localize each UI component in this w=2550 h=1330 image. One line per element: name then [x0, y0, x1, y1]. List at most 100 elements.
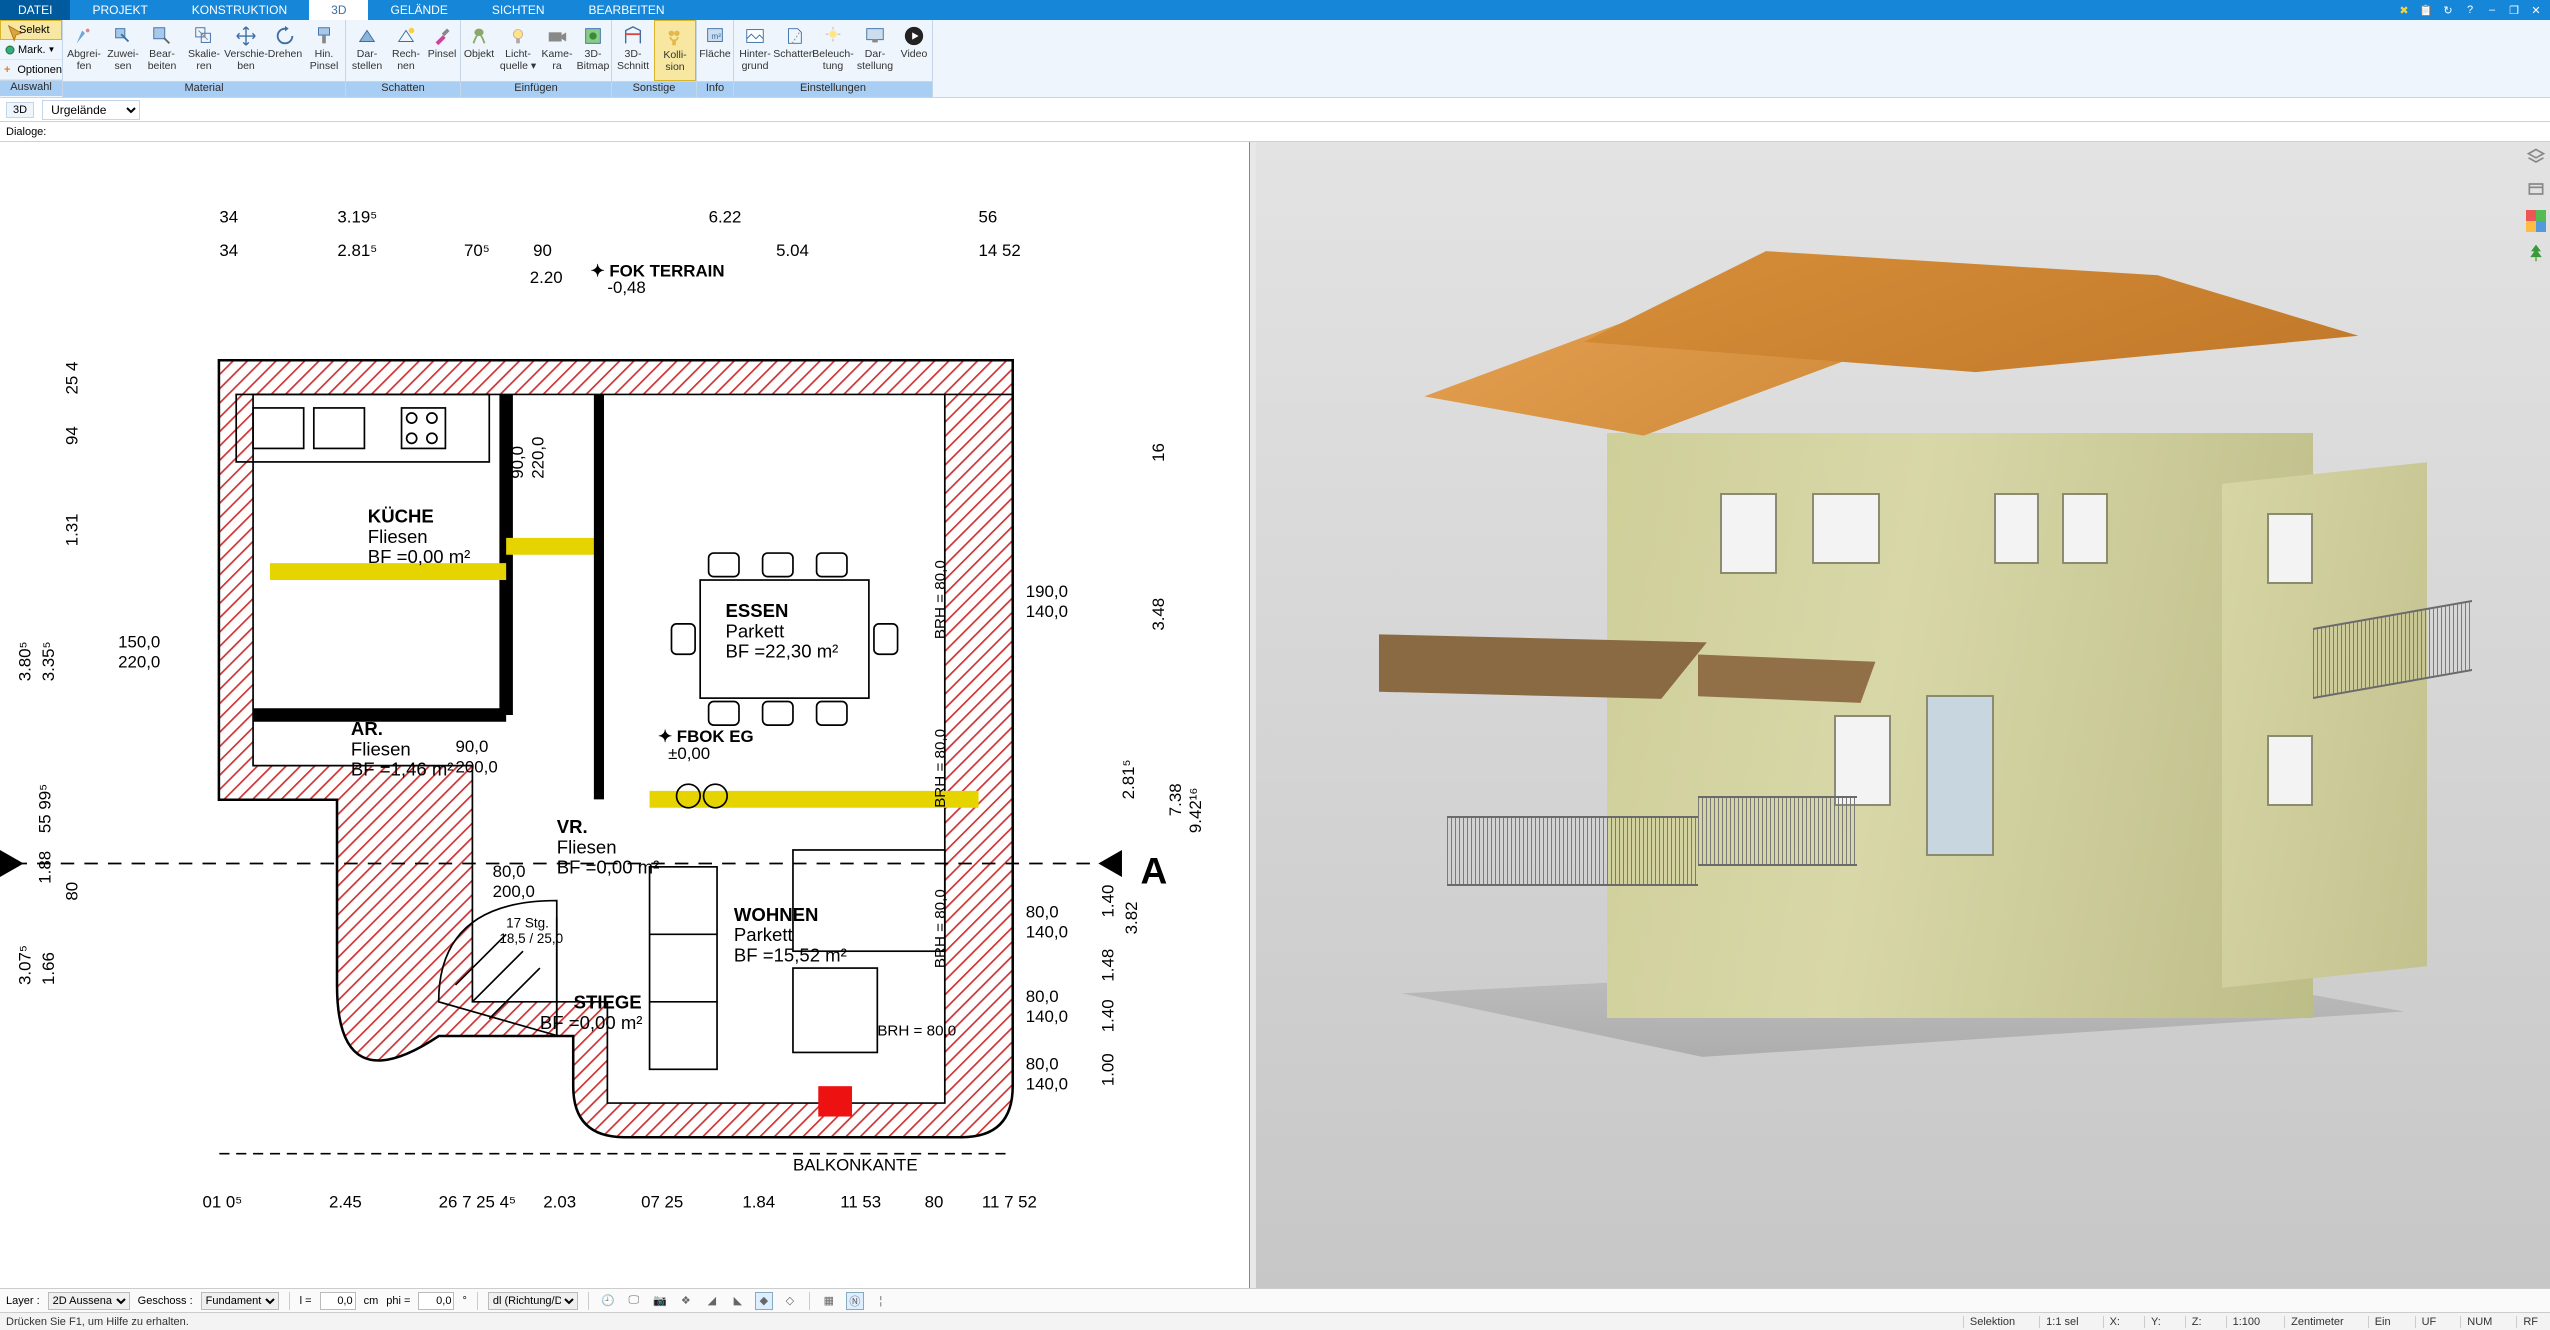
refresh-icon[interactable]: ↻: [2440, 2, 2456, 18]
menu-konstruktion[interactable]: KONSTRUKTION: [170, 0, 309, 20]
ribbon-darstellung-button[interactable]: Dar-stellung: [854, 20, 896, 81]
ribbon-schatten2-button[interactable]: Schatten: [776, 20, 812, 81]
ribbon-darstellen-button[interactable]: Dar-stellen: [346, 20, 388, 81]
ribbon-kollision-button[interactable]: Kolli-sion: [654, 20, 696, 81]
cursor-icon: [5, 24, 17, 36]
ribbon-beleuchtung-button[interactable]: Beleuch-tung: [812, 20, 854, 81]
geschoss-label: Geschoss :: [138, 1295, 193, 1307]
ribbon-lichtquelle-button[interactable]: Licht-quelle ▾: [497, 20, 539, 81]
drehen-icon: [273, 24, 297, 48]
camera-icon[interactable]: 📷: [651, 1292, 669, 1310]
ribbon-abgreifen-button[interactable]: Abgrei-fen: [63, 20, 105, 81]
help-icon[interactable]: ?: [2462, 2, 2478, 18]
ribbon-3dbitmap-button[interactable]: 3D-Bitmap: [575, 20, 611, 81]
svg-text:140,0: 140,0: [1026, 1007, 1068, 1026]
ribbon-bearbeiten-button[interactable]: Bear-beiten: [141, 20, 183, 81]
svg-text:1.00: 1.00: [1099, 1053, 1118, 1086]
status-y: Y:: [2144, 1316, 2167, 1328]
ribbon-pinsel-button[interactable]: Pinsel: [424, 20, 460, 81]
svg-text:1.66: 1.66: [39, 952, 58, 985]
layer-select[interactable]: 2D Aussena: [48, 1292, 130, 1310]
help-hint: Drücken Sie F1, um Hilfe zu erhalten.: [6, 1316, 189, 1328]
svg-text:STIEGE: STIEGE: [574, 992, 642, 1013]
geschoss-select[interactable]: Fundament: [201, 1292, 279, 1310]
svg-text:11 53: 11 53: [840, 1193, 881, 1212]
grid-icon[interactable]: ▦: [820, 1292, 838, 1310]
svg-text:5.04: 5.04: [776, 241, 809, 260]
snap1-icon[interactable]: ◢: [703, 1292, 721, 1310]
ribbon-zuweisen-button[interactable]: Zuwei-sen: [105, 20, 141, 81]
ribbon-video-button[interactable]: Video: [896, 20, 932, 81]
layers-icon[interactable]: [2525, 146, 2547, 168]
svg-text:17 Stg.: 17 Stg.: [506, 916, 549, 931]
svg-text:AR.: AR.: [351, 718, 383, 739]
ribbon-video-label: Video: [901, 49, 928, 61]
palette-icon[interactable]: [2525, 210, 2547, 232]
status-rf: RF: [2516, 1316, 2544, 1328]
menu-3d[interactable]: 3D: [309, 0, 368, 20]
snap2-icon[interactable]: ◣: [729, 1292, 747, 1310]
render-3d-view[interactable]: [1256, 142, 2550, 1288]
menu-bearbeiten[interactable]: BEARBEITEN: [567, 0, 687, 20]
window-restore-icon[interactable]: ❐: [2506, 2, 2522, 18]
length-input[interactable]: [320, 1292, 356, 1310]
svg-text:80: 80: [925, 1193, 944, 1212]
menubar: DATEI PROJEKT KONSTRUKTION 3D GELÄNDE SI…: [0, 0, 2550, 20]
snap4-icon[interactable]: ◇: [781, 1292, 799, 1310]
terrain-dropdown[interactable]: Urgelände: [42, 100, 140, 120]
ribbon-skalieren-button[interactable]: Skalie-ren: [183, 20, 225, 81]
ribbon-hinpinsel-label: Hin.Pinsel: [310, 49, 339, 72]
menu-sichten[interactable]: SICHTEN: [470, 0, 567, 20]
window-close-icon[interactable]: ✕: [2528, 2, 2544, 18]
ribbon-kamera-button[interactable]: Kame-ra: [539, 20, 575, 81]
pinsel-icon: [430, 24, 454, 48]
svg-text:2.81⁵: 2.81⁵: [1119, 760, 1138, 800]
ribbon-pinsel-label: Pinsel: [428, 49, 457, 61]
hintergrund-icon: [743, 24, 767, 48]
menu-projekt[interactable]: PROJEKT: [70, 0, 169, 20]
mark-button[interactable]: Mark.▼: [0, 40, 62, 60]
snap3-icon[interactable]: ◆: [755, 1292, 773, 1310]
select-button[interactable]: Selekt: [0, 20, 62, 40]
furniture-icon[interactable]: [2525, 178, 2547, 200]
menu-gelaende[interactable]: GELÄNDE: [368, 0, 469, 20]
schatten2-icon: [782, 24, 806, 48]
phi-input[interactable]: [418, 1292, 454, 1310]
plan-2d-view[interactable]: 343.19⁵6.2256 342.81⁵70⁵905.0414 52 2.20…: [0, 142, 1250, 1288]
ribbon-flaeche-button[interactable]: m²Fläche: [697, 20, 733, 81]
view-tag-3d[interactable]: 3D: [6, 102, 34, 118]
ribbon-objekt-button[interactable]: Objekt: [461, 20, 497, 81]
options-label: Optionen: [17, 64, 62, 76]
svg-text:1.84: 1.84: [742, 1193, 775, 1212]
window-minimize-icon[interactable]: –: [2484, 2, 2500, 18]
layers2-icon[interactable]: ❖: [677, 1292, 695, 1310]
ribbon-rechnen-button[interactable]: Rech-nen: [388, 20, 424, 81]
clipboard-icon[interactable]: 📋: [2418, 2, 2434, 18]
tool-icon[interactable]: ✖: [2396, 2, 2412, 18]
svg-text:BF =0,00 m²: BF =0,00 m²: [557, 857, 660, 878]
ribbon-3dschnitt-button[interactable]: 3D-Schnitt: [612, 20, 654, 81]
group-info-label: Info: [697, 81, 733, 97]
ribbon-hinpinsel-button[interactable]: Hin.Pinsel: [303, 20, 345, 81]
monitor-icon[interactable]: 🖵: [625, 1292, 643, 1310]
status-unit: Zentimeter: [2284, 1316, 2350, 1328]
svg-text:80,0: 80,0: [1026, 987, 1059, 1006]
ribbon-kollision-label: Kolli-sion: [663, 50, 686, 73]
svg-text:BF =1,46 m²: BF =1,46 m²: [351, 759, 454, 780]
ribbon-hintergrund-button[interactable]: Hinter-grund: [734, 20, 776, 81]
3dschnitt-icon: [621, 24, 645, 48]
clock-icon[interactable]: 🕘: [599, 1292, 617, 1310]
direction-select[interactable]: dl (Richtung/Di: [488, 1292, 578, 1310]
length-label: l =: [300, 1295, 312, 1307]
ribbon-verschieben-button[interactable]: Verschie-ben: [225, 20, 267, 81]
svg-text:1.48: 1.48: [1099, 949, 1118, 982]
status-uf: UF: [2415, 1316, 2443, 1328]
info-icon[interactable]: ¦: [872, 1292, 890, 1310]
ribbon-drehen-button[interactable]: Drehen: [267, 20, 303, 81]
north-icon[interactable]: Ⓝ: [846, 1292, 864, 1310]
options-button[interactable]: + Optionen: [0, 60, 62, 80]
svg-text:150,0: 150,0: [118, 633, 160, 652]
menu-datei[interactable]: DATEI: [0, 0, 70, 20]
tree-icon[interactable]: [2525, 242, 2547, 264]
selection-panel: Selekt Mark.▼ + Optionen: [0, 20, 62, 80]
